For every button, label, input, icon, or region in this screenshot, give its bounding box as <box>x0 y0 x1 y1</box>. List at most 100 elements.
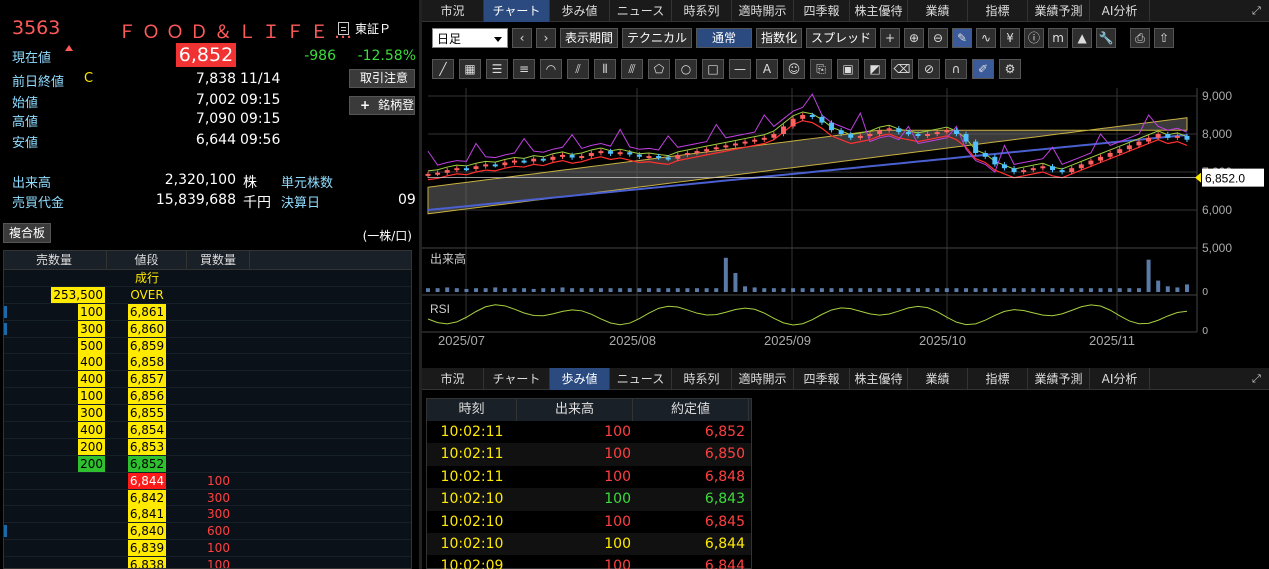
tab-10[interactable]: 業績予測 <box>1028 368 1090 390</box>
order-book-row[interactable]: 100 6,861 <box>4 303 411 321</box>
tick-volume: 100 <box>604 468 631 485</box>
tab-1[interactable]: チャート <box>484 368 550 390</box>
settings-icon[interactable]: ⚙ <box>999 59 1021 79</box>
circle-icon[interactable]: ○ <box>675 59 697 79</box>
magnet-icon[interactable]: ∩ <box>945 59 967 79</box>
order-book-row[interactable]: 6,839 100 <box>4 540 411 558</box>
zoom-in-icon[interactable]: ⊕ <box>904 28 925 48</box>
tab-5[interactable]: 適時開示 <box>732 368 794 390</box>
tab-7[interactable]: 株主優待 <box>850 368 908 390</box>
document-icon[interactable] <box>338 22 349 35</box>
technical-button[interactable]: テクニカル <box>622 28 693 48</box>
order-book-row[interactable]: 6,840 600 <box>4 523 411 541</box>
tab-1[interactable]: チャート <box>484 0 550 22</box>
tick-header: 時刻 出来高 約定値 <box>427 399 751 421</box>
index-button[interactable]: 指数化 <box>756 28 803 48</box>
tab-4[interactable]: 時系列 <box>672 368 732 390</box>
candle-body <box>1117 149 1123 153</box>
order-book-row[interactable]: 400 6,854 <box>4 422 411 439</box>
order-book-row[interactable]: 200 6,853 <box>4 438 411 456</box>
arc-icon[interactable]: ◠ <box>540 59 562 79</box>
register-button[interactable]: + 銘柄登 <box>349 96 415 115</box>
expand-icon[interactable]: ⤢ <box>1252 4 1265 17</box>
tab-6[interactable]: 四季報 <box>794 0 850 22</box>
order-book-row[interactable]: 400 6,858 <box>4 354 411 372</box>
tab-2[interactable]: 歩み値 <box>550 368 610 390</box>
layers-icon[interactable]: ▣ <box>837 59 859 79</box>
order-book-row[interactable]: 成行 <box>4 270 411 287</box>
copy-icon[interactable]: ⎘ <box>810 59 832 79</box>
zoom-out-icon[interactable]: ⊖ <box>928 28 949 48</box>
text-icon[interactable]: A <box>756 59 778 79</box>
pen-lock-icon[interactable]: ✐ <box>972 59 994 79</box>
print-icon[interactable]: ⎙ <box>1130 28 1151 48</box>
vertical-lines-icon[interactable]: ⦀ <box>594 59 616 79</box>
tab-2[interactable]: 歩み値 <box>550 0 610 22</box>
tab-11[interactable]: AI分析 <box>1090 0 1150 22</box>
order-book-row[interactable]: 100 6,856 <box>4 388 411 406</box>
notice-button[interactable]: 取引注意 <box>349 69 415 88</box>
tab-9[interactable]: 指標 <box>968 368 1028 390</box>
pencil-icon[interactable]: ✎ <box>952 28 973 48</box>
volume-bar <box>887 288 892 292</box>
tab-5[interactable]: 適時開示 <box>732 0 794 22</box>
tab-6[interactable]: 四季報 <box>794 368 850 390</box>
order-book-row[interactable]: 6,842 300 <box>4 489 411 507</box>
rectangle-icon[interactable]: □ <box>702 59 724 79</box>
order-book-row[interactable]: 6,838 100 <box>4 557 411 568</box>
ruler-icon[interactable]: ▦ <box>459 59 481 79</box>
composite-board-button[interactable]: 複合板 <box>3 223 51 243</box>
next-arrow-icon[interactable]: › <box>536 28 556 48</box>
order-book-row[interactable]: 6,841 300 <box>4 506 411 524</box>
parallel-lines-icon[interactable]: ☰ <box>486 59 508 79</box>
channel-icon[interactable]: ⫻ <box>621 59 643 79</box>
my-icon[interactable]: m <box>1048 28 1069 48</box>
fan-icon[interactable]: ⫽ <box>567 59 589 79</box>
order-book-row[interactable]: 200 6,852 <box>4 455 411 473</box>
tab-3[interactable]: ニュース <box>610 368 672 390</box>
yen-icon[interactable]: ¥ <box>1000 28 1021 48</box>
line-tool-icon[interactable]: ╱ <box>432 59 454 79</box>
erase-all-icon[interactable]: ⊘ <box>918 59 940 79</box>
tab-9[interactable]: 指標 <box>968 0 1028 22</box>
area-chart-icon[interactable]: ▲ <box>1072 28 1093 48</box>
price-chart[interactable]: 9,0008,0007,0006,0005,0002025/072025/082… <box>422 82 1269 352</box>
tab-10[interactable]: 業績予測 <box>1028 0 1090 22</box>
period-select[interactable]: 日足 <box>432 28 508 48</box>
current-price: 6,852 <box>176 43 236 67</box>
emoji-icon[interactable]: ☺ <box>783 59 805 79</box>
order-book-row[interactable]: 300 6,855 <box>4 405 411 423</box>
hline-icon[interactable]: — <box>729 59 751 79</box>
exchange[interactable]: 東証Ｐ <box>338 20 391 37</box>
tab-8[interactable]: 業績 <box>908 368 968 390</box>
wave-icon[interactable]: ∿ <box>976 28 997 48</box>
sell-qty <box>4 473 107 489</box>
order-book-row[interactable]: 253,500 OVER <box>4 286 411 304</box>
wrench-icon[interactable]: 🔧 <box>1096 28 1117 48</box>
candle-body <box>1011 168 1017 172</box>
eraser-icon[interactable]: ⌫ <box>891 59 913 79</box>
crosshair-icon[interactable]: + <box>880 28 901 48</box>
pentagon-icon[interactable]: ⬠ <box>648 59 670 79</box>
normal-button[interactable]: 通常 <box>696 28 753 48</box>
export-icon[interactable]: ⇧ <box>1154 28 1175 48</box>
tab-0[interactable]: 市況 <box>422 368 484 390</box>
spread-button[interactable]: スプレッド <box>806 28 877 48</box>
tab-11[interactable]: AI分析 <box>1090 368 1150 390</box>
expand-icon-2[interactable]: ⤢ <box>1252 372 1265 385</box>
horizontal-lines-icon[interactable]: ≡ <box>513 59 535 79</box>
tab-7[interactable]: 株主優待 <box>850 0 908 22</box>
order-book-row[interactable]: 400 6,857 <box>4 371 411 389</box>
tab-4[interactable]: 時系列 <box>672 0 732 22</box>
tab-0[interactable]: 市況 <box>422 0 484 22</box>
tab-8[interactable]: 業績 <box>908 0 968 22</box>
prev-arrow-icon[interactable]: ‹ <box>512 28 532 48</box>
candle-body <box>771 134 777 138</box>
layer2-icon[interactable]: ◩ <box>864 59 886 79</box>
info-icon[interactable]: ⓘ <box>1024 28 1045 48</box>
tab-3[interactable]: ニュース <box>610 0 672 22</box>
order-book-row[interactable]: 500 6,859 <box>4 337 411 355</box>
order-book-row[interactable]: 6,844 100 <box>4 472 411 490</box>
order-book-row[interactable]: 300 6,860 <box>4 320 411 338</box>
period-button[interactable]: 表示期間 <box>560 28 619 48</box>
